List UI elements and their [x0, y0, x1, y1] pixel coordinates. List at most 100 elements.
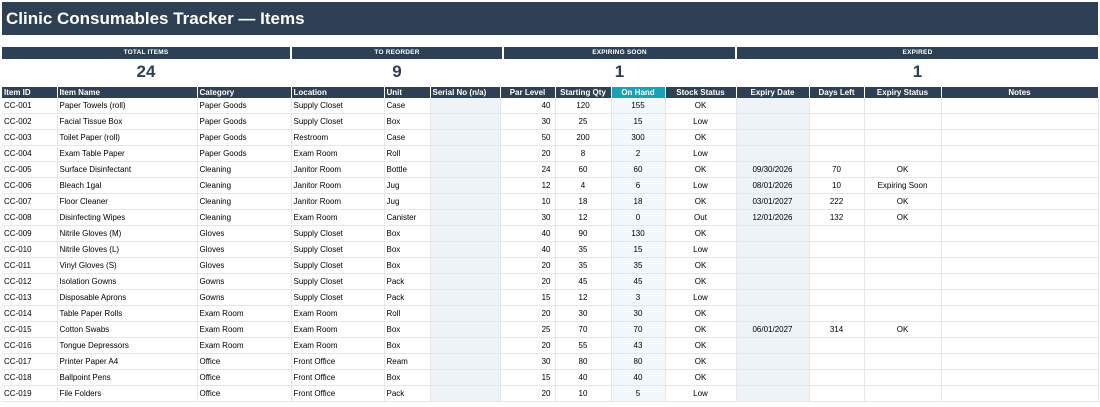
cell-par-level[interactable]: 40: [500, 225, 556, 242]
cell-on-hand[interactable]: 30: [611, 305, 666, 322]
cell-location[interactable]: Front Office: [291, 369, 385, 386]
cell-notes[interactable]: [941, 385, 1099, 402]
cell-expiry-status[interactable]: [864, 337, 942, 354]
cell-starting-qty[interactable]: 8: [555, 145, 612, 162]
cell-notes[interactable]: [941, 177, 1099, 194]
cell-item-id[interactable]: CC-007: [2, 193, 58, 210]
cell-on-hand[interactable]: 300: [611, 129, 666, 146]
cell-expiry-date[interactable]: 06/01/2027: [736, 321, 810, 338]
cell-item-name[interactable]: File Folders: [57, 385, 198, 402]
cell-starting-qty[interactable]: 120: [555, 98, 612, 114]
cell-par-level[interactable]: 20: [500, 273, 556, 290]
cell-unit[interactable]: Box: [384, 257, 431, 274]
cell-item-id[interactable]: CC-004: [2, 145, 58, 162]
cell-days-left[interactable]: 222: [809, 193, 865, 210]
cell-stock-status[interactable]: Low: [665, 385, 737, 402]
cell-location[interactable]: Janitor Room: [291, 177, 385, 194]
cell-notes[interactable]: [941, 353, 1099, 370]
cell-par-level[interactable]: 15: [500, 369, 556, 386]
cell-notes[interactable]: [941, 193, 1099, 210]
cell-unit[interactable]: Box: [384, 113, 431, 130]
cell-category[interactable]: Gowns: [197, 273, 292, 290]
cell-unit[interactable]: Box: [384, 321, 431, 338]
cell-expiry-status[interactable]: [864, 353, 942, 370]
cell-par-level[interactable]: 20: [500, 145, 556, 162]
cell-serial-no[interactable]: [430, 369, 501, 386]
cell-days-left[interactable]: [809, 385, 865, 402]
cell-days-left[interactable]: 314: [809, 321, 865, 338]
cell-item-name[interactable]: Table Paper Rolls: [57, 305, 198, 322]
cell-serial-no[interactable]: [430, 305, 501, 322]
col-header-on-hand[interactable]: On Hand: [611, 87, 666, 98]
cell-unit[interactable]: Box: [384, 337, 431, 354]
cell-expiry-date[interactable]: 09/30/2026: [736, 161, 810, 178]
cell-expiry-status[interactable]: [864, 385, 942, 402]
cell-stock-status[interactable]: OK: [665, 337, 737, 354]
cell-item-id[interactable]: CC-001: [2, 98, 58, 114]
cell-expiry-date[interactable]: [736, 113, 810, 130]
cell-item-name[interactable]: Exam Table Paper: [57, 145, 198, 162]
cell-item-id[interactable]: CC-010: [2, 241, 58, 258]
cell-item-name[interactable]: Disinfecting Wipes: [57, 209, 198, 226]
cell-category[interactable]: Office: [197, 385, 292, 402]
cell-par-level[interactable]: 40: [500, 241, 556, 258]
cell-serial-no[interactable]: [430, 193, 501, 210]
cell-par-level[interactable]: 40: [500, 98, 556, 114]
cell-on-hand[interactable]: 35: [611, 257, 666, 274]
cell-location[interactable]: Janitor Room: [291, 193, 385, 210]
cell-on-hand[interactable]: 60: [611, 161, 666, 178]
cell-item-name[interactable]: Printer Paper A4: [57, 353, 198, 370]
cell-expiry-status[interactable]: OK: [864, 193, 942, 210]
cell-serial-no[interactable]: [430, 257, 501, 274]
cell-expiry-date[interactable]: [736, 353, 810, 370]
cell-expiry-status[interactable]: [864, 289, 942, 306]
cell-days-left[interactable]: [809, 241, 865, 258]
cell-unit[interactable]: Roll: [384, 305, 431, 322]
cell-stock-status[interactable]: Out: [665, 209, 737, 226]
cell-expiry-status[interactable]: [864, 98, 942, 114]
cell-location[interactable]: Exam Room: [291, 145, 385, 162]
cell-expiry-date[interactable]: [736, 385, 810, 402]
cell-on-hand[interactable]: 15: [611, 241, 666, 258]
cell-serial-no[interactable]: [430, 273, 501, 290]
cell-expiry-date[interactable]: [736, 337, 810, 354]
cell-days-left[interactable]: [809, 98, 865, 114]
cell-serial-no[interactable]: [430, 353, 501, 370]
cell-item-id[interactable]: CC-005: [2, 161, 58, 178]
cell-location[interactable]: Front Office: [291, 353, 385, 370]
cell-starting-qty[interactable]: 4: [555, 177, 612, 194]
cell-par-level[interactable]: 50: [500, 129, 556, 146]
cell-starting-qty[interactable]: 30: [555, 305, 612, 322]
cell-unit[interactable]: Bottle: [384, 161, 431, 178]
cell-expiry-date[interactable]: [736, 225, 810, 242]
cell-item-name[interactable]: Surface Disinfectant: [57, 161, 198, 178]
cell-days-left[interactable]: [809, 305, 865, 322]
cell-starting-qty[interactable]: 60: [555, 161, 612, 178]
cell-location[interactable]: Supply Closet: [291, 98, 385, 114]
cell-item-name[interactable]: Tongue Depressors: [57, 337, 198, 354]
cell-location[interactable]: Supply Closet: [291, 273, 385, 290]
cell-serial-no[interactable]: [430, 289, 501, 306]
cell-category[interactable]: Cleaning: [197, 209, 292, 226]
cell-notes[interactable]: [941, 289, 1099, 306]
col-header-expiry-date[interactable]: Expiry Date: [736, 87, 810, 98]
cell-par-level[interactable]: 10: [500, 193, 556, 210]
col-header-location[interactable]: Location: [291, 87, 385, 98]
cell-par-level[interactable]: 12: [500, 177, 556, 194]
cell-notes[interactable]: [941, 225, 1099, 242]
cell-item-id[interactable]: CC-003: [2, 129, 58, 146]
cell-expiry-date[interactable]: [736, 129, 810, 146]
cell-serial-no[interactable]: [430, 161, 501, 178]
cell-category[interactable]: Cleaning: [197, 161, 292, 178]
cell-serial-no[interactable]: [430, 209, 501, 226]
cell-stock-status[interactable]: OK: [665, 129, 737, 146]
cell-starting-qty[interactable]: 90: [555, 225, 612, 242]
cell-expiry-status[interactable]: [864, 273, 942, 290]
cell-starting-qty[interactable]: 12: [555, 209, 612, 226]
cell-unit[interactable]: Pack: [384, 385, 431, 402]
cell-on-hand[interactable]: 3: [611, 289, 666, 306]
cell-location[interactable]: Janitor Room: [291, 161, 385, 178]
cell-location[interactable]: Restroom: [291, 129, 385, 146]
cell-expiry-status[interactable]: [864, 305, 942, 322]
cell-starting-qty[interactable]: 40: [555, 369, 612, 386]
